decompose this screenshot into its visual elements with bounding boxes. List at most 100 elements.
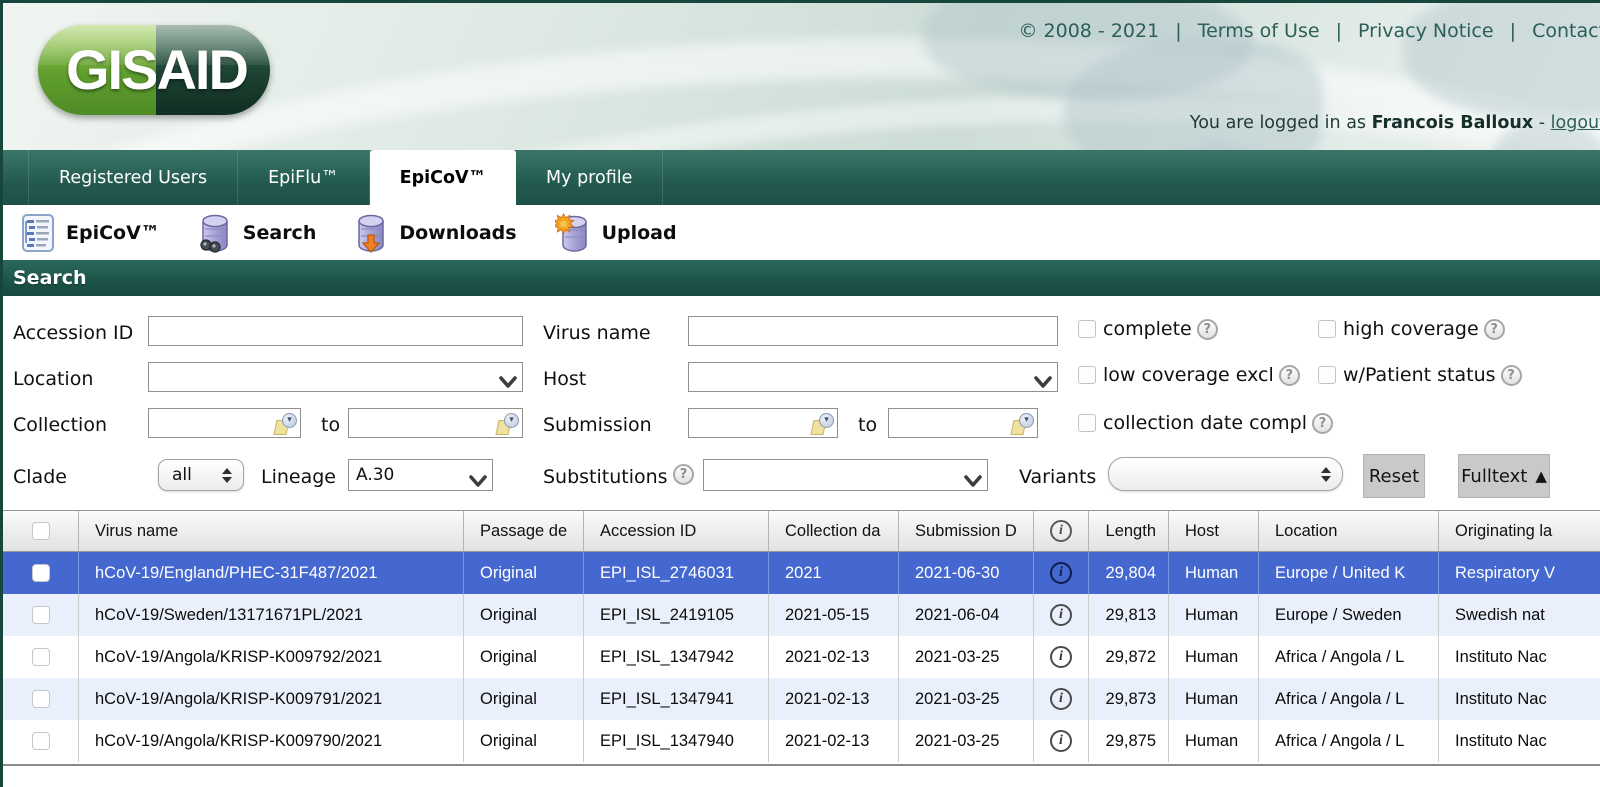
col-collection-date[interactable]: Collection da [768,511,898,551]
database-upload-icon [554,212,591,253]
checkbox-label: high coverage [1343,318,1479,340]
cell-accession-id: EPI_ISL_1347942 [583,636,768,678]
calendar-icon[interactable]: ▾ [273,413,297,435]
table-bottom-divider [3,764,1600,766]
toolbar-downloads-button[interactable]: Downloads [354,213,517,253]
cell-length: 29,872 [1088,636,1168,678]
row-checkbox[interactable] [31,606,50,624]
toolbar-upload-button[interactable]: Upload [554,212,677,253]
table-row[interactable]: hCoV-19/Angola/KRISP-K009792/2021 Origin… [3,636,1600,678]
col-host[interactable]: Host [1168,511,1258,551]
tab-my-profile[interactable]: My profile [516,150,664,205]
copyright-text: © 2008 - 2021 [1018,20,1160,42]
col-accession-id[interactable]: Accession ID [583,511,768,551]
gisaid-logo[interactable]: GIS AID [38,25,270,115]
checkbox-box[interactable] [1318,366,1336,384]
toolbar-search-button[interactable]: Search [198,213,316,253]
checkbox-box[interactable] [1318,320,1336,338]
chevron-down-icon[interactable] [1034,374,1052,393]
info-icon[interactable]: i [1050,730,1072,752]
substitutions-combobox[interactable] [703,459,988,491]
col-virus-name[interactable]: Virus name [78,511,463,551]
help-icon[interactable]: ? [1500,364,1522,386]
calendar-icon[interactable]: ▾ [810,413,834,435]
logout-link[interactable]: logout [1551,113,1600,133]
host-combobox[interactable] [688,362,1058,392]
cell-originating-lab: Respiratory V [1438,552,1600,594]
col-info: i [1033,511,1088,551]
calendar-icon[interactable]: ▾ [1010,413,1034,435]
patient-status-checkbox[interactable]: w/Patient status ? [1318,364,1522,386]
chevron-down-icon[interactable] [499,374,517,393]
checkbox-label: complete [1103,318,1192,340]
top-border [3,0,1600,3]
table-row[interactable]: hCoV-19/England/PHEC-31F487/2021 Origina… [3,552,1600,594]
terms-of-use-link[interactable]: Terms of Use [1198,20,1320,42]
checkbox-box[interactable] [1078,320,1096,338]
tab-epicov[interactable]: EpiCoV™ [369,150,517,205]
collection-to-date-input[interactable]: ▾ [348,408,523,438]
select-all-cell [3,511,78,551]
select-spinner-icon [1316,466,1336,482]
checkbox-box[interactable] [1078,414,1096,432]
tab-epiflu[interactable]: EpiFlu™ [238,150,370,205]
help-icon[interactable]: ? [1196,318,1218,340]
tab-registered-users[interactable]: Registered Users [28,150,239,205]
info-icon[interactable]: i [1050,688,1072,710]
complete-checkbox[interactable]: complete ? [1078,318,1218,340]
chevron-down-icon[interactable] [469,473,487,492]
help-icon[interactable]: ? [1483,318,1505,340]
select-all-checkbox[interactable] [31,522,50,540]
gisaid-epicov-page: GIS AID © 2008 - 2021 | Terms of Use | P… [0,0,1600,787]
variants-select[interactable] [1108,457,1343,491]
lineage-combobox[interactable]: A.30 [348,459,493,491]
accession-id-input[interactable] [148,316,523,346]
help-icon[interactable]: ? [1278,364,1300,386]
fulltext-button[interactable]: Fulltext ▲ [1458,454,1550,498]
row-checkbox[interactable] [31,648,50,666]
collection-from-date-input[interactable]: ▾ [148,408,301,438]
location-combobox[interactable] [148,362,523,392]
row-checkbox[interactable] [31,564,50,582]
cell-location: Africa / Angola / L [1258,720,1438,762]
separator: | [1175,20,1182,42]
reset-button[interactable]: Reset [1363,454,1425,498]
low-coverage-excl-checkbox[interactable]: low coverage excl ? [1078,364,1300,386]
info-icon[interactable]: i [1050,646,1072,668]
cell-accession-id: EPI_ISL_2419105 [583,594,768,636]
row-checkbox[interactable] [31,732,50,750]
cell-accession-id: EPI_ISL_1347941 [583,678,768,720]
virus-name-label: Virus name [543,322,651,344]
button-label: Reset [1368,465,1420,487]
help-icon[interactable]: ? [673,464,694,485]
chevron-down-icon[interactable] [964,473,982,492]
collection-date-complete-checkbox[interactable]: collection date compl ? [1078,412,1333,434]
col-originating-lab[interactable]: Originating la [1438,511,1600,551]
table-row[interactable]: hCoV-19/Sweden/13171671PL/2021 Original … [3,594,1600,636]
table-row[interactable]: hCoV-19/Angola/KRISP-K009790/2021 Origin… [3,720,1600,762]
calendar-icon[interactable]: ▾ [495,413,519,435]
info-icon[interactable]: i [1050,604,1072,626]
submission-from-date-input[interactable]: ▾ [688,408,838,438]
header-links: © 2008 - 2021 | Terms of Use | Privacy N… [1019,20,1600,42]
info-icon[interactable]: i [1050,562,1072,584]
col-length[interactable]: Length [1088,511,1168,551]
tab-label: Registered Users [59,167,208,188]
col-submission-date[interactable]: Submission D [898,511,1033,551]
toolbar-epicov-button[interactable]: EpiCoV™ [21,213,160,252]
info-icon: i [1050,520,1072,542]
checkbox-box[interactable] [1078,366,1096,384]
col-location[interactable]: Location [1258,511,1438,551]
help-icon[interactable]: ? [1312,412,1333,434]
row-checkbox[interactable] [31,690,50,708]
submission-to-date-input[interactable]: ▾ [888,408,1038,438]
col-passage[interactable]: Passage de [463,511,583,551]
virus-name-input[interactable] [688,316,1058,346]
contact-link[interactable]: Contact [1532,20,1600,42]
privacy-notice-link[interactable]: Privacy Notice [1358,20,1494,42]
table-row[interactable]: hCoV-19/Angola/KRISP-K009791/2021 Origin… [3,678,1600,720]
login-status: You are logged in as Francois Balloux - … [1190,113,1600,133]
clade-select[interactable]: all [158,459,244,491]
cell-collection-date: 2021 [768,552,898,594]
high-coverage-checkbox[interactable]: high coverage ? [1318,318,1505,340]
